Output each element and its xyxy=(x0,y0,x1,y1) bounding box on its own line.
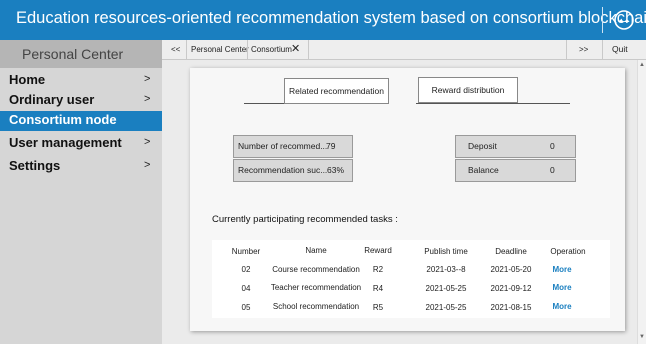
more-link[interactable]: More xyxy=(542,265,582,274)
tab-divider xyxy=(566,40,567,59)
deposit-stat: Deposit 0 xyxy=(455,135,576,158)
sidebar-item-label: Settings xyxy=(9,158,61,173)
more-link[interactable]: More xyxy=(542,283,582,292)
tab-divider xyxy=(308,40,309,59)
chevron-right-icon: > xyxy=(144,159,151,171)
cell-name: School recommendation xyxy=(272,302,360,311)
stat-label: Balance xyxy=(468,165,499,175)
tasks-section-title: Currently participating recommended task… xyxy=(212,214,398,225)
stat-value: 79 xyxy=(326,141,336,151)
prev-tabs-button[interactable]: << xyxy=(171,40,180,59)
sidebar-title: Personal Center xyxy=(22,46,124,62)
tab-divider xyxy=(247,40,248,59)
stat-value: 0 xyxy=(550,141,555,151)
stat-label: Deposit xyxy=(468,141,497,151)
tab-related-recommendation[interactable]: Related recommendation xyxy=(284,78,389,104)
sidebar-item-home[interactable]: Home > xyxy=(0,71,162,91)
tab-underline xyxy=(416,103,570,104)
chevron-right-icon: > xyxy=(144,136,151,148)
tab-consortium[interactable]: Consortium xyxy=(251,40,292,59)
scroll-down-icon[interactable]: ▼ xyxy=(639,334,645,340)
sidebar-item-ordinary-user[interactable]: Ordinary user > xyxy=(0,91,162,111)
cell-number: 02 xyxy=(241,265,251,274)
sidebar-item-consortium-node[interactable]: Consortium node xyxy=(0,111,162,131)
tab-personal-center[interactable]: Personal Center xyxy=(191,40,249,59)
cell-number: 05 xyxy=(241,303,251,312)
cell-number: 04 xyxy=(241,284,251,293)
close-icon[interactable]: ✕ xyxy=(291,40,300,59)
next-tabs-button[interactable]: >> xyxy=(579,40,588,59)
cell-reward: R5 xyxy=(372,303,384,312)
cell-reward: R4 xyxy=(372,284,384,293)
user-circle-icon[interactable] xyxy=(614,10,634,30)
cell-publish-time: 2021-05-25 xyxy=(425,303,467,312)
cell-deadline: 2021-08-15 xyxy=(490,303,532,312)
stat-value: 63% xyxy=(327,165,345,175)
app-title: Education resources-oriented recommendat… xyxy=(16,9,646,27)
cell-reward: R2 xyxy=(372,265,384,274)
chevron-right-icon: > xyxy=(144,73,151,85)
sidebar-item-label: Home xyxy=(9,72,46,87)
column-header: Operation xyxy=(550,247,586,256)
tab-bar: << Personal Center Consortium ✕ >> Quit xyxy=(162,40,646,60)
header-divider xyxy=(602,7,603,33)
more-link[interactable]: More xyxy=(542,302,582,311)
stat-label: Recommendation suc... xyxy=(238,165,328,175)
cell-publish-time: 2021-03--8 xyxy=(426,265,466,274)
sidebar-item-user-management[interactable]: User management > xyxy=(0,134,162,154)
app-header: Education resources-oriented recommendat… xyxy=(0,0,646,40)
column-header: Reward xyxy=(364,246,392,255)
tab-divider xyxy=(186,40,187,59)
sidebar: Personal Center Home > Ordinary user > C… xyxy=(0,40,162,344)
sidebar-item-settings[interactable]: Settings > xyxy=(0,157,162,177)
sidebar-item-label: Consortium node xyxy=(9,112,117,127)
recommendation-success-stat: Recommendation suc... 63% xyxy=(233,159,353,182)
recommendation-count-stat: Number of recommed... 79 xyxy=(233,135,353,158)
column-header: Name xyxy=(305,246,327,255)
cell-publish-time: 2021-05-25 xyxy=(425,284,467,293)
sidebar-item-label: Ordinary user xyxy=(9,92,95,107)
balance-stat: Balance 0 xyxy=(455,159,576,182)
quit-button[interactable]: Quit xyxy=(612,40,628,59)
sidebar-header: Personal Center xyxy=(0,40,162,68)
scroll-up-icon[interactable]: ▲ xyxy=(639,62,645,68)
sidebar-item-label: User management xyxy=(9,135,122,150)
cell-name: Teacher recommendation xyxy=(270,283,362,292)
tab-divider xyxy=(602,40,603,59)
tab-reward-distribution[interactable]: Reward distribution xyxy=(418,77,518,103)
cell-deadline: 2021-09-12 xyxy=(490,284,532,293)
stat-value: 0 xyxy=(550,165,555,175)
column-header: Number xyxy=(231,247,261,256)
cell-deadline: 2021-05-20 xyxy=(490,265,532,274)
cell-name: Course recommendation xyxy=(272,265,360,274)
column-header: Deadline xyxy=(495,247,527,256)
stat-label: Number of recommed... xyxy=(238,141,328,151)
column-header: Publish time xyxy=(424,247,468,256)
vertical-scrollbar[interactable]: ▲ ▼ xyxy=(637,60,646,344)
tasks-table: Number Name Reward Publish time Deadline… xyxy=(212,240,610,318)
chevron-right-icon: > xyxy=(144,93,151,105)
